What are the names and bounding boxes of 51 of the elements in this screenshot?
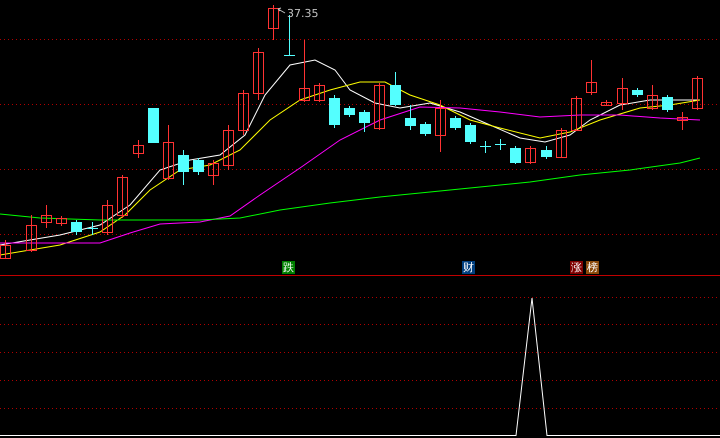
candlestick (450, 116, 461, 130)
candlestick (71, 220, 82, 236)
candlestick (0, 240, 11, 259)
candlestick (41, 204, 52, 228)
candlestick (617, 78, 628, 110)
candlestick (405, 104, 416, 130)
candlestick (465, 122, 476, 144)
candlestick (571, 96, 582, 132)
candlestick (692, 76, 703, 110)
signal-badge: 涨 (570, 261, 583, 274)
candlestick (525, 146, 536, 164)
signal-badge: 跌 (282, 261, 295, 274)
candlestick (344, 106, 355, 118)
leader-line (278, 8, 286, 14)
candlestick (510, 146, 521, 164)
candlestick (435, 100, 446, 152)
candlestick (329, 94, 340, 128)
candlestick (601, 100, 612, 106)
candlestick (163, 124, 174, 180)
candlestick (586, 60, 597, 96)
candlestick (148, 108, 159, 144)
candlestick (495, 138, 506, 150)
signal-badge: 财 (462, 261, 475, 274)
candlestick (133, 140, 144, 158)
candlestick (647, 84, 658, 110)
candlestick (117, 174, 128, 218)
candlestick (178, 150, 189, 186)
high-price-label: 37.35 (287, 7, 318, 20)
candlestick (299, 40, 310, 102)
candlestick (541, 146, 552, 160)
candlestick (662, 94, 673, 112)
candlestick (390, 72, 401, 106)
candlestick (26, 214, 37, 252)
signal-badge: 榜 (586, 261, 599, 274)
candlestick (87, 222, 98, 236)
candlestick (238, 90, 249, 136)
candlestick (359, 110, 370, 132)
candlestick (102, 200, 113, 236)
candlestick (480, 140, 491, 154)
candlestick (632, 88, 643, 98)
candlestick (556, 128, 567, 158)
candlestick (314, 82, 325, 102)
candlestick (253, 48, 264, 100)
candlestick (268, 4, 279, 40)
candlestick (374, 82, 385, 130)
candlestick (677, 112, 688, 130)
candlestick (208, 160, 219, 186)
candlestick (56, 216, 67, 226)
candlestick (193, 158, 204, 176)
candlestick (223, 124, 234, 170)
candlestick (420, 122, 431, 136)
